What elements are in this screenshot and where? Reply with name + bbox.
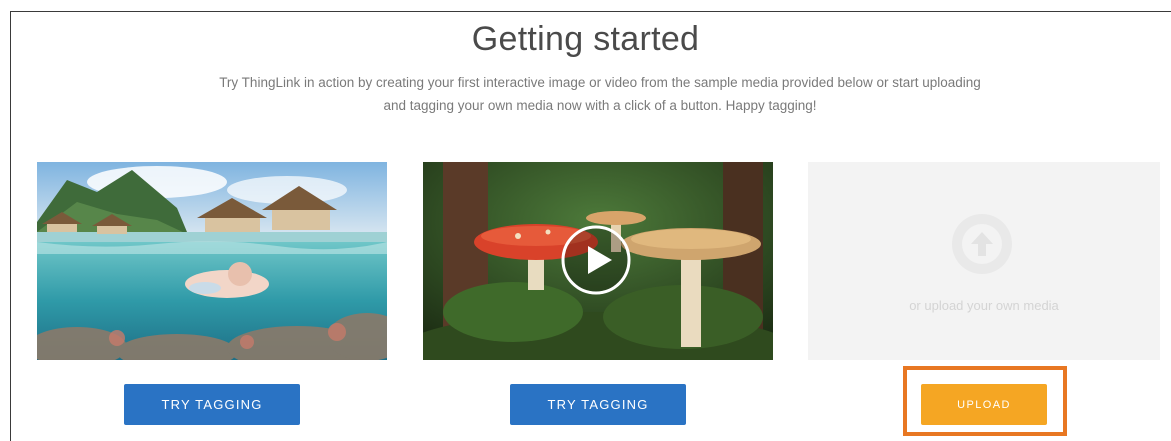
upload-placeholder-card[interactable]: or upload your own media (808, 162, 1160, 360)
page-description: Try ThingLink in action by creating your… (219, 75, 981, 113)
sample-video-card[interactable] (423, 162, 773, 360)
try-tagging-video-button[interactable]: TRY TAGGING (510, 384, 686, 425)
sample-image-card[interactable] (37, 162, 387, 360)
upload-highlight-box (903, 366, 1067, 436)
page-title: Getting started (471, 20, 700, 58)
play-icon[interactable] (561, 225, 631, 295)
upload-arrow-icon (952, 214, 1012, 274)
tropical-snorkel-image (37, 162, 387, 360)
mushroom-video-thumbnail (423, 162, 773, 360)
upload-own-media-text: or upload your own media (909, 298, 1059, 313)
try-tagging-image-button[interactable]: TRY TAGGING (124, 384, 300, 425)
